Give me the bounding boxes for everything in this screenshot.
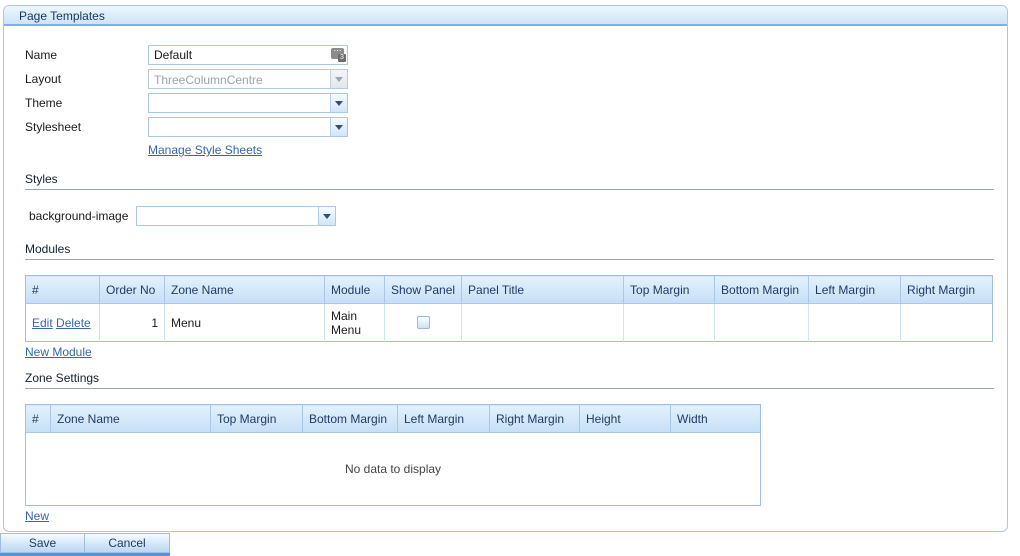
- background-image-row: background-image: [25, 206, 995, 226]
- show-panel-checkbox[interactable]: [416, 316, 430, 329]
- chevron-down-icon: [323, 213, 331, 219]
- layout-combo-value: ThreeColumnCentre: [154, 73, 263, 87]
- module-cell: Main Menu: [324, 303, 385, 342]
- zones-col-width: Width: [670, 404, 761, 433]
- zones-col-hash: #: [25, 404, 51, 433]
- zones-col-height: Height: [579, 404, 671, 433]
- page-templates-panel: Page Templates Name ⋯3 Layout ThreeColum…: [3, 5, 1008, 532]
- chevron-down-icon: [335, 124, 343, 130]
- table-row: Edit Delete 1 Menu Main Menu: [25, 303, 993, 342]
- empty-data-row: No data to display: [25, 432, 761, 506]
- panel-title-cell: [461, 303, 625, 342]
- zone-name-cell: Menu: [164, 303, 325, 342]
- zones-col-zone-name: Zone Name: [50, 404, 211, 433]
- bottom-margin-cell: [714, 303, 810, 342]
- left-margin-cell: [808, 303, 902, 342]
- zone-settings-table: # Zone Name Top Margin Bottom Margin Lef…: [25, 404, 761, 506]
- modules-col-zone-name: Zone Name: [164, 275, 325, 304]
- modules-header-row: # Order No Zone Name Module Show Panel P…: [25, 275, 993, 304]
- stylesheet-combo[interactable]: [148, 117, 348, 137]
- modules-col-top-margin: Top Margin: [623, 275, 716, 304]
- zone-settings-section-heading: Zone Settings: [25, 371, 994, 389]
- chevron-down-icon: [335, 100, 343, 106]
- modules-col-show-panel: Show Panel: [383, 275, 463, 304]
- layout-combo-dropdown-button: [330, 70, 347, 88]
- chevron-down-icon: [335, 76, 343, 82]
- stylesheet-combo-dropdown-button[interactable]: [330, 118, 347, 136]
- zones-col-bottom-margin: Bottom Margin: [302, 404, 398, 433]
- background-image-combo-value[interactable]: [137, 207, 318, 225]
- theme-combo[interactable]: [148, 93, 348, 113]
- theme-row: Theme: [25, 93, 995, 113]
- stylesheet-row: Stylesheet: [25, 117, 995, 137]
- top-margin-cell: [623, 303, 716, 342]
- no-data-message: No data to display: [25, 432, 761, 506]
- new-zone-setting-link[interactable]: New: [25, 509, 49, 523]
- footer-toolbar: Save Cancel: [0, 533, 170, 556]
- localization-icon[interactable]: ⋯ 3: [331, 47, 346, 62]
- stylesheet-combo-value[interactable]: [149, 118, 330, 136]
- panel-content: Name ⋯3 Layout ThreeColumnCentre Theme: [4, 26, 1007, 523]
- zone-settings-header-row: # Zone Name Top Margin Bottom Margin Lef…: [25, 404, 761, 433]
- name-field-wrap: ⋯3: [148, 45, 348, 65]
- background-image-combo[interactable]: [136, 206, 336, 226]
- theme-combo-value[interactable]: [149, 94, 330, 112]
- manage-style-sheets-link[interactable]: Manage Style Sheets: [148, 143, 262, 157]
- styles-section-heading: Styles: [25, 172, 994, 190]
- zones-col-left-margin: Left Margin: [397, 404, 490, 433]
- new-module-link[interactable]: New Module: [25, 345, 92, 359]
- layout-row: Layout ThreeColumnCentre: [25, 69, 995, 89]
- modules-col-order-no: Order No: [99, 275, 165, 304]
- background-image-label: background-image: [29, 209, 129, 223]
- stylesheet-label: Stylesheet: [25, 120, 82, 134]
- modules-col-panel-title: Panel Title: [461, 275, 625, 304]
- row-actions-cell: Edit Delete: [25, 303, 100, 342]
- theme-combo-dropdown-button[interactable]: [330, 94, 347, 112]
- layout-combo: ThreeColumnCentre: [148, 69, 348, 89]
- show-panel-cell: [383, 303, 463, 342]
- cancel-button[interactable]: Cancel: [84, 533, 170, 553]
- modules-col-left-margin: Left Margin: [808, 275, 902, 304]
- delete-link[interactable]: Delete: [56, 316, 91, 330]
- save-button[interactable]: Save: [0, 533, 85, 553]
- name-input[interactable]: [148, 45, 348, 65]
- modules-col-right-margin: Right Margin: [900, 275, 993, 304]
- modules-table: # Order No Zone Name Module Show Panel P…: [25, 275, 994, 342]
- right-margin-cell: [900, 303, 993, 342]
- background-image-combo-dropdown-button[interactable]: [318, 207, 335, 225]
- name-label: Name: [25, 48, 58, 62]
- layout-label: Layout: [25, 72, 62, 86]
- modules-section-heading: Modules: [25, 242, 994, 260]
- modules-col-bottom-margin: Bottom Margin: [714, 275, 810, 304]
- theme-label: Theme: [25, 96, 63, 110]
- edit-link[interactable]: Edit: [32, 316, 53, 330]
- modules-col-hash: #: [25, 275, 100, 304]
- zones-col-top-margin: Top Margin: [210, 404, 303, 433]
- modules-col-module: Module: [324, 275, 385, 304]
- name-row: Name ⋯3: [25, 45, 995, 65]
- panel-title: Page Templates: [4, 6, 1007, 26]
- order-no-cell: 1: [99, 303, 165, 342]
- zones-col-right-margin: Right Margin: [489, 404, 580, 433]
